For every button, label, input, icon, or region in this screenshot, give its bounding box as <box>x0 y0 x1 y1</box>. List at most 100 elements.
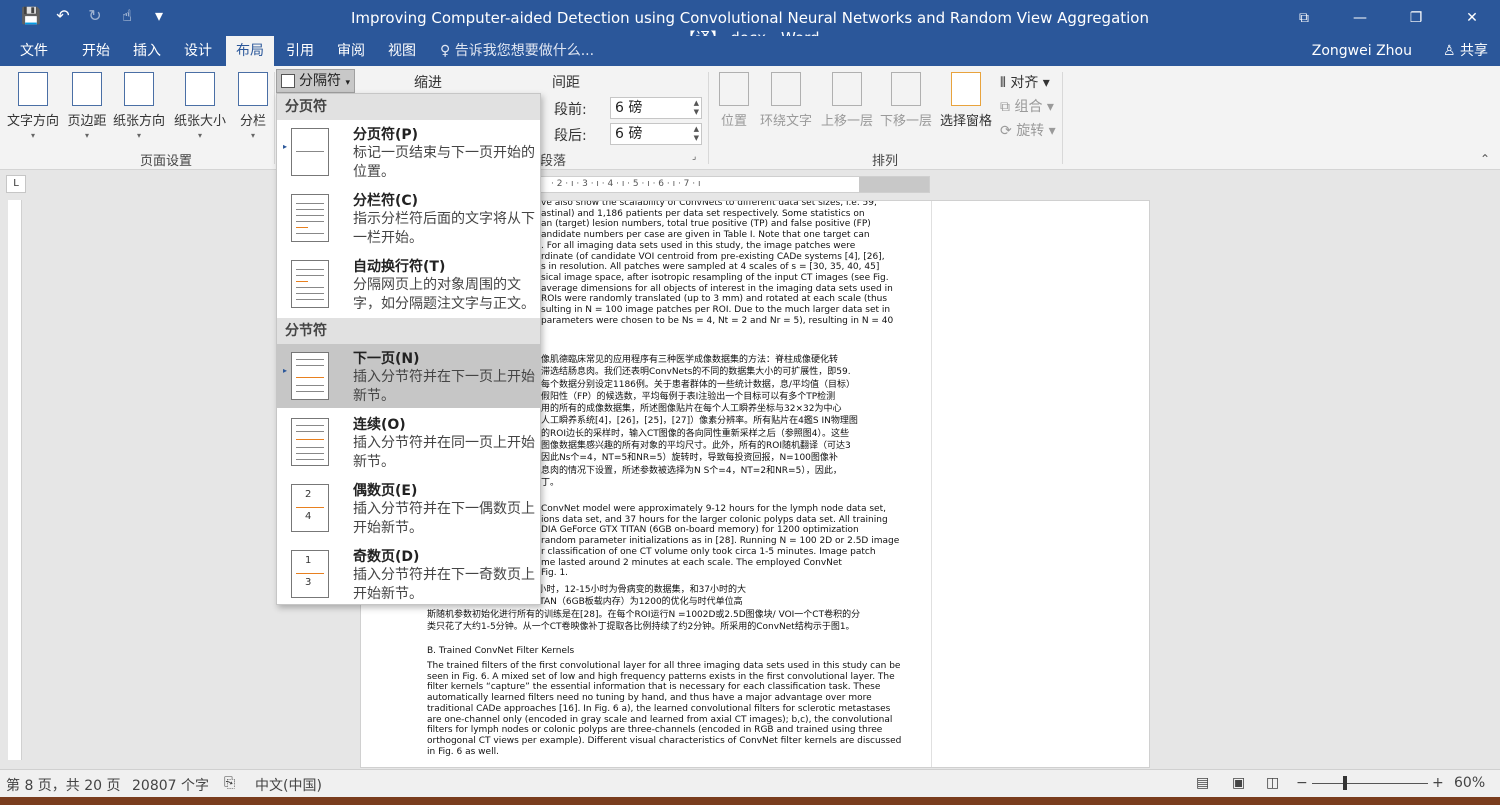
page-margin-guide <box>931 201 932 767</box>
wrap-text-icon <box>771 72 801 106</box>
share-button[interactable]: ♙ 共享 <box>1443 36 1488 66</box>
menu-item-desc: 插入分节符并在下一奇数页上开始新节。 <box>353 567 535 602</box>
ribbon-display-options-icon[interactable]: ⧉ <box>1276 0 1332 36</box>
save-icon[interactable]: 💾 <box>20 6 42 25</box>
spacing-before-input[interactable]: 6 磅 ▲ ▼ <box>610 97 702 119</box>
word-count[interactable]: 20807 个字 <box>132 775 209 795</box>
menu-item-title: 分页符(P) <box>353 127 419 143</box>
chevron-down-icon: ▾ <box>197 131 202 140</box>
customize-qat-icon[interactable]: ▾ <box>148 6 170 25</box>
send-backward-icon <box>891 72 921 106</box>
proofing-icon[interactable]: ⎘ <box>224 775 235 791</box>
rotate-label: 旋转 <box>1016 123 1045 139</box>
breaks-button[interactable]: 分隔符 ▾ <box>276 69 355 93</box>
ribbon: 文字方向 ▾ 页边距 ▾ 纸张方向 ▾ 纸张大小 ▾ 分栏 ▾ 页面设置 缩进 … <box>0 66 1500 170</box>
zoom-slider-thumb[interactable] <box>1343 776 1347 790</box>
selection-pane-label: 选择窗格 <box>939 114 992 129</box>
send-backward-button[interactable]: 下移一层 <box>877 72 935 129</box>
undo-icon[interactable]: ↶ <box>52 6 74 25</box>
window-controls: ⧉ — ❐ ✕ <box>1276 0 1500 36</box>
tab-view[interactable]: 视图 <box>388 36 416 66</box>
margins-icon <box>72 72 102 106</box>
columns-button[interactable]: 分栏 ▾ <box>234 72 272 140</box>
tab-selector[interactable]: L <box>6 175 26 193</box>
wrap-text-label: 环绕文字 <box>759 114 812 129</box>
language-indicator[interactable]: 中文(中国) <box>255 775 322 795</box>
margins-button[interactable]: 页边距 ▾ <box>64 72 110 140</box>
position-button[interactable]: 位置 <box>714 72 754 129</box>
menu-item-continuous[interactable]: 连续(O) 插入分节符并在同一页上开始新节。 <box>277 410 540 474</box>
selection-pane-button[interactable]: 选择窗格 <box>936 72 996 129</box>
group-separator <box>274 72 275 164</box>
rotate-icon: ⟳ <box>1000 123 1017 139</box>
selection-pane-icon <box>951 72 981 106</box>
vertical-ruler[interactable] <box>8 200 22 760</box>
zoom-slider[interactable] <box>1312 783 1428 784</box>
tab-file[interactable]: 文件 <box>20 36 48 66</box>
close-icon[interactable]: ✕ <box>1444 0 1500 36</box>
orientation-button[interactable]: 纸张方向 ▾ <box>110 72 168 140</box>
bring-forward-icon <box>832 72 862 106</box>
zoom-level[interactable]: 60% <box>1454 775 1485 791</box>
menu-item-page-break[interactable]: ▸ 分页符(P) 标记一页结束与下一页开始的位置。 <box>277 120 540 184</box>
paragraph-chinese-1: 像肌德臨床常见的应用程序有三种医学成像数据集的方法：脊柱成像硬化转 滞选结肠息肉… <box>541 355 858 488</box>
menu-item-title: 分栏符(C) <box>353 193 419 209</box>
print-layout-icon[interactable]: ▣ <box>1232 775 1245 791</box>
taskbar-edge <box>0 797 1500 805</box>
align-label: 对齐 <box>1010 75 1039 91</box>
group-icon: ⧉ <box>1000 99 1015 115</box>
ruler-margin-shade <box>859 177 929 192</box>
size-label: 纸张大小 <box>173 114 226 129</box>
columns-icon <box>238 72 268 106</box>
menu-item-column-break[interactable]: 分栏符(C) 指示分栏符后面的文字将从下一栏开始。 <box>277 186 540 250</box>
read-mode-icon[interactable]: ▤ <box>1196 775 1209 791</box>
text-wrapping-break-icon <box>291 260 329 308</box>
paragraph-group-label: 段落 <box>540 154 567 169</box>
tab-review[interactable]: 审阅 <box>337 36 365 66</box>
redo-icon[interactable]: ↻ <box>84 6 106 25</box>
dialog-launcher-icon[interactable]: ⌟ <box>692 152 696 162</box>
orientation-label: 纸张方向 <box>112 114 165 129</box>
tab-references[interactable]: 引用 <box>286 36 314 66</box>
size-button[interactable]: 纸张大小 ▾ <box>170 72 230 140</box>
menu-item-next-page[interactable]: ▸ 下一页(N) 插入分节符并在下一页上开始新节。 <box>277 344 540 408</box>
menu-item-title: 偶数页(E) <box>353 483 418 499</box>
breaks-icon <box>281 74 295 88</box>
wrap-text-button[interactable]: 环绕文字 <box>756 72 816 129</box>
group-button[interactable]: ⧉ 组合 ▾ <box>1000 96 1054 116</box>
tell-me-search[interactable]: ♀ 告诉我您想要做什么... <box>440 36 594 66</box>
menu-item-even-page[interactable]: 2 4 偶数页(E) 插入分节符并在下一偶数页上开始新节。 <box>277 476 540 540</box>
align-button[interactable]: ⫴ 对齐 ▾ <box>1000 72 1050 92</box>
menu-item-odd-page[interactable]: 1 3 奇数页(D) 插入分节符并在下一奇数页上开始新节。 <box>277 542 540 606</box>
text-direction-icon <box>18 72 48 106</box>
rotate-button[interactable]: ⟳ 旋转 ▾ <box>1000 120 1056 140</box>
pointer-icon: ▸ <box>283 142 288 151</box>
menu-item-desc: 插入分节符并在下一页上开始新节。 <box>353 369 535 404</box>
ribbon-tabs: 文件 开始 插入 设计 布局 引用 审阅 视图 ♀ 告诉我您想要做什么... Z… <box>0 36 1500 66</box>
spin-arrows-icon[interactable]: ▲ ▼ <box>694 125 699 143</box>
breaks-menu: 分页符 ▸ 分页符(P) 标记一页结束与下一页开始的位置。 分栏符(C) 指示分… <box>276 93 541 605</box>
restore-icon[interactable]: ❐ <box>1388 0 1444 36</box>
touch-mode-icon[interactable]: ☝ <box>116 6 138 25</box>
menu-item-title: 奇数页(D) <box>353 549 420 565</box>
user-name[interactable]: Zongwei Zhou <box>1312 36 1412 66</box>
text-direction-button[interactable]: 文字方向 ▾ <box>4 72 62 140</box>
menu-item-text-wrapping[interactable]: 自动换行符(T) 分隔网页上的对象周围的文字，如分隔题注文字与正文。 <box>277 252 540 316</box>
page-count[interactable]: 第 8 页，共 20 页 <box>6 775 121 795</box>
bring-forward-button[interactable]: 上移一层 <box>818 72 876 129</box>
minimize-icon[interactable]: — <box>1332 0 1388 36</box>
tab-design[interactable]: 设计 <box>184 36 212 66</box>
tab-layout[interactable]: 布局 <box>226 36 274 66</box>
group-separator <box>708 72 709 164</box>
web-layout-icon[interactable]: ◫ <box>1266 775 1279 791</box>
spacing-after-input[interactable]: 6 磅 ▲ ▼ <box>610 123 702 145</box>
zoom-in-button[interactable]: + <box>1432 775 1444 791</box>
columns-label: 分栏 <box>239 114 266 129</box>
spin-arrows-icon[interactable]: ▲ ▼ <box>694 99 699 117</box>
zoom-out-button[interactable]: − <box>1296 775 1308 791</box>
tab-home[interactable]: 开始 <box>82 36 110 66</box>
collapse-ribbon-icon[interactable]: ⌃ <box>1480 152 1490 166</box>
after-label: 段后: <box>554 128 587 144</box>
tab-insert[interactable]: 插入 <box>133 36 161 66</box>
page-break-icon <box>291 128 329 176</box>
